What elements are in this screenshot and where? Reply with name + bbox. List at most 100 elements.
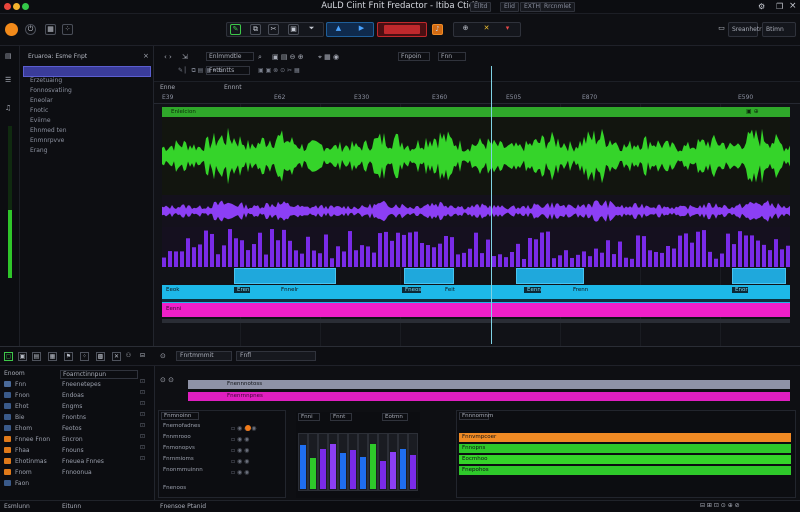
arrange-field-b[interactable]: Fnttintts [206, 66, 250, 75]
browser-item-5[interactable]: Eviirne [30, 117, 51, 125]
library-row[interactable]: Fhaa [4, 447, 30, 457]
browser-item-4[interactable]: Fnotic [30, 107, 48, 115]
grid-icon[interactable]: ⁘ [62, 24, 73, 35]
track-controls-icon[interactable]: ▣ ⊕ [746, 108, 759, 115]
inspector-row-4[interactable]: Fnrnmioms [163, 456, 194, 466]
library-row[interactable]: Ehotinmas [4, 458, 47, 468]
people-icon[interactable]: ⚇ [124, 352, 133, 361]
zoom-icons[interactable]: ▣ ▣ ⊗ ⊙ ✂ ▦ [258, 67, 300, 74]
library-row[interactable]: Bie [4, 414, 24, 424]
grid-panel-icon[interactable]: ⁘ [80, 352, 89, 361]
mixer-tab-3[interactable]: Eotmn [382, 413, 408, 421]
library-row[interactable]: Faon [4, 480, 29, 490]
quantize-icon[interactable]: ⌖ ▦ ◉ [318, 53, 339, 62]
library-row[interactable]: Fnn [4, 381, 26, 391]
cursor-icon[interactable]: ▲ [333, 24, 344, 35]
mixer-channel-meter[interactable] [378, 433, 388, 491]
library-row[interactable]: Fnon [4, 392, 30, 402]
bookmark-icon[interactable]: ▦ [48, 352, 57, 361]
browser-selected-row[interactable] [23, 66, 151, 77]
copy-icon[interactable]: ⧉ [250, 24, 261, 35]
close-panel-icon[interactable]: ✕ [112, 352, 121, 361]
record-arm-icon[interactable]: ⊙ [160, 352, 166, 360]
bottom-track-lavender[interactable]: Fnennnotoss [188, 380, 790, 389]
list-icon[interactable]: ☰ [5, 76, 11, 84]
mixer-channel-meter[interactable] [298, 433, 308, 491]
mixer-channel-meter[interactable] [308, 433, 318, 491]
status-icons[interactable]: ⊟ ⊞ ⊡ ⊙ ⊕ ⊘ [700, 502, 740, 509]
clip-green[interactable]: Fnepohos [459, 466, 791, 475]
mixer-channel-meter[interactable] [398, 433, 408, 491]
flag-icon[interactable]: ⚑ [64, 352, 73, 361]
mixer-channel-meter[interactable] [318, 433, 328, 491]
green-waveform-lane[interactable] [162, 117, 790, 195]
bottom-track-magenta[interactable]: Fnenrnnpnes [188, 392, 790, 401]
inspector-row-6[interactable]: Fnenoos [163, 485, 186, 495]
mixer-channel-meter[interactable] [388, 433, 398, 491]
record-button[interactable] [384, 25, 420, 34]
mixer-field-a[interactable]: Fnrtmmmit [176, 351, 232, 361]
settings-icon[interactable]: ⚙ [758, 2, 765, 11]
arrange-field-d[interactable]: Fnn [438, 52, 466, 61]
magenta-track[interactable]: Eenni [162, 303, 790, 317]
arrange-field-a[interactable]: Enlmmdtle [206, 52, 254, 61]
clip-green[interactable]: Fnnopns [459, 444, 791, 453]
pencil-icon[interactable]: ✎ [230, 24, 241, 35]
clip-green[interactable]: Eocmhoo [459, 455, 791, 464]
cyan-region[interactable] [404, 268, 454, 284]
browser-item-3[interactable]: Eneolar [30, 97, 53, 105]
titlebar-button-4[interactable]: Rrcnmlet [540, 2, 576, 12]
inspector-row-5[interactable]: Fnonmmuinnn [163, 467, 203, 477]
playhead[interactable] [491, 66, 492, 344]
titlebar-button-1[interactable]: Elltd [470, 2, 492, 12]
glue-icon[interactable]: ▣ [288, 24, 299, 35]
back-icon[interactable]: ‹ › [164, 53, 172, 61]
mixer-channel-meter[interactable] [408, 433, 418, 491]
inspector-buttons[interactable]: ▫ ◉ ◉ ◉ ▫ ◉ ◉ ▫ ◉ ◉ ▫ ◉ ◉ ▫ ◉ ◉ [231, 423, 279, 478]
library-row[interactable]: Fnnee Fnon [4, 436, 50, 446]
empty-track[interactable] [162, 319, 790, 323]
mixer-channel-meter[interactable] [328, 433, 338, 491]
browser-item-2[interactable]: Fonnosvatiing [30, 87, 72, 95]
browser-item-6[interactable]: Ehnmed ten [30, 127, 67, 135]
monitor-icon[interactable]: ▭ [716, 24, 727, 35]
browser-item-8[interactable]: Erang [30, 147, 48, 155]
save-icon[interactable]: ▤ [32, 352, 41, 361]
purple-waveform-lane[interactable] [162, 195, 790, 227]
track-controls-icon[interactable]: ⊙ ⊙ [160, 376, 174, 384]
mixer-field-b[interactable]: Fnfl [236, 351, 316, 361]
inspector-row-3[interactable]: Fnmonopvs [163, 445, 195, 455]
arrange-field-c[interactable]: Fnpoin [398, 52, 430, 61]
play-icon[interactable]: ▶ [356, 24, 367, 35]
folder-icon[interactable]: ▤ [5, 52, 12, 60]
crosshair-icon[interactable]: ⊕ [460, 24, 471, 35]
restore-icon[interactable]: ❐ [776, 2, 783, 11]
library-icon[interactable]: ▢ [4, 352, 13, 361]
mixer-channel-meter[interactable] [368, 433, 378, 491]
library-row[interactable]: Ehot [4, 403, 29, 413]
audio-icon[interactable]: ♫ [5, 104, 11, 112]
expand-icon[interactable]: ⇲ [182, 53, 188, 61]
cyan-region[interactable] [516, 268, 584, 284]
mixer-channel-meter[interactable] [338, 433, 348, 491]
cyan-region[interactable] [234, 268, 336, 284]
funnel-icon[interactable]: ⏷ [306, 24, 317, 35]
mixer-tab-2[interactable]: Fnnt [330, 413, 352, 421]
cyan-track[interactable]: Eeok Eren Fnnelr Fneos Feit Eenn Frenn E… [162, 285, 790, 303]
mixer-channel-meter[interactable] [358, 433, 368, 491]
close-icon[interactable]: × [789, 1, 797, 11]
snap-icon[interactable]: ▣ ▤ ⊖ ⊕ [272, 53, 304, 61]
power-icon[interactable]: ⏻ [25, 24, 36, 35]
transport-right-button-1[interactable]: Sreanhetr [728, 22, 762, 37]
mixer-channel-meter[interactable] [348, 433, 358, 491]
search-icon[interactable]: ⌕ [258, 53, 262, 62]
library-header-2[interactable]: Foarnctinnpun [60, 370, 138, 379]
library-scroll-icons[interactable]: ⊡ ⊡ ⊡ ⊡ ⊡ ⊡ ⊡ ⊡ [140, 376, 148, 476]
library-row[interactable]: Fnom [4, 469, 32, 479]
inspector-solo-icon[interactable] [245, 425, 251, 431]
minimize-window-button[interactable] [13, 3, 20, 10]
browser-item-7[interactable]: Enmnrpvve [30, 137, 64, 145]
metronome-icon[interactable]: ♪ [432, 24, 443, 35]
mute-tool-icon[interactable]: ✕ [481, 24, 492, 35]
mixer-tab-1[interactable]: Fnni [298, 413, 320, 421]
